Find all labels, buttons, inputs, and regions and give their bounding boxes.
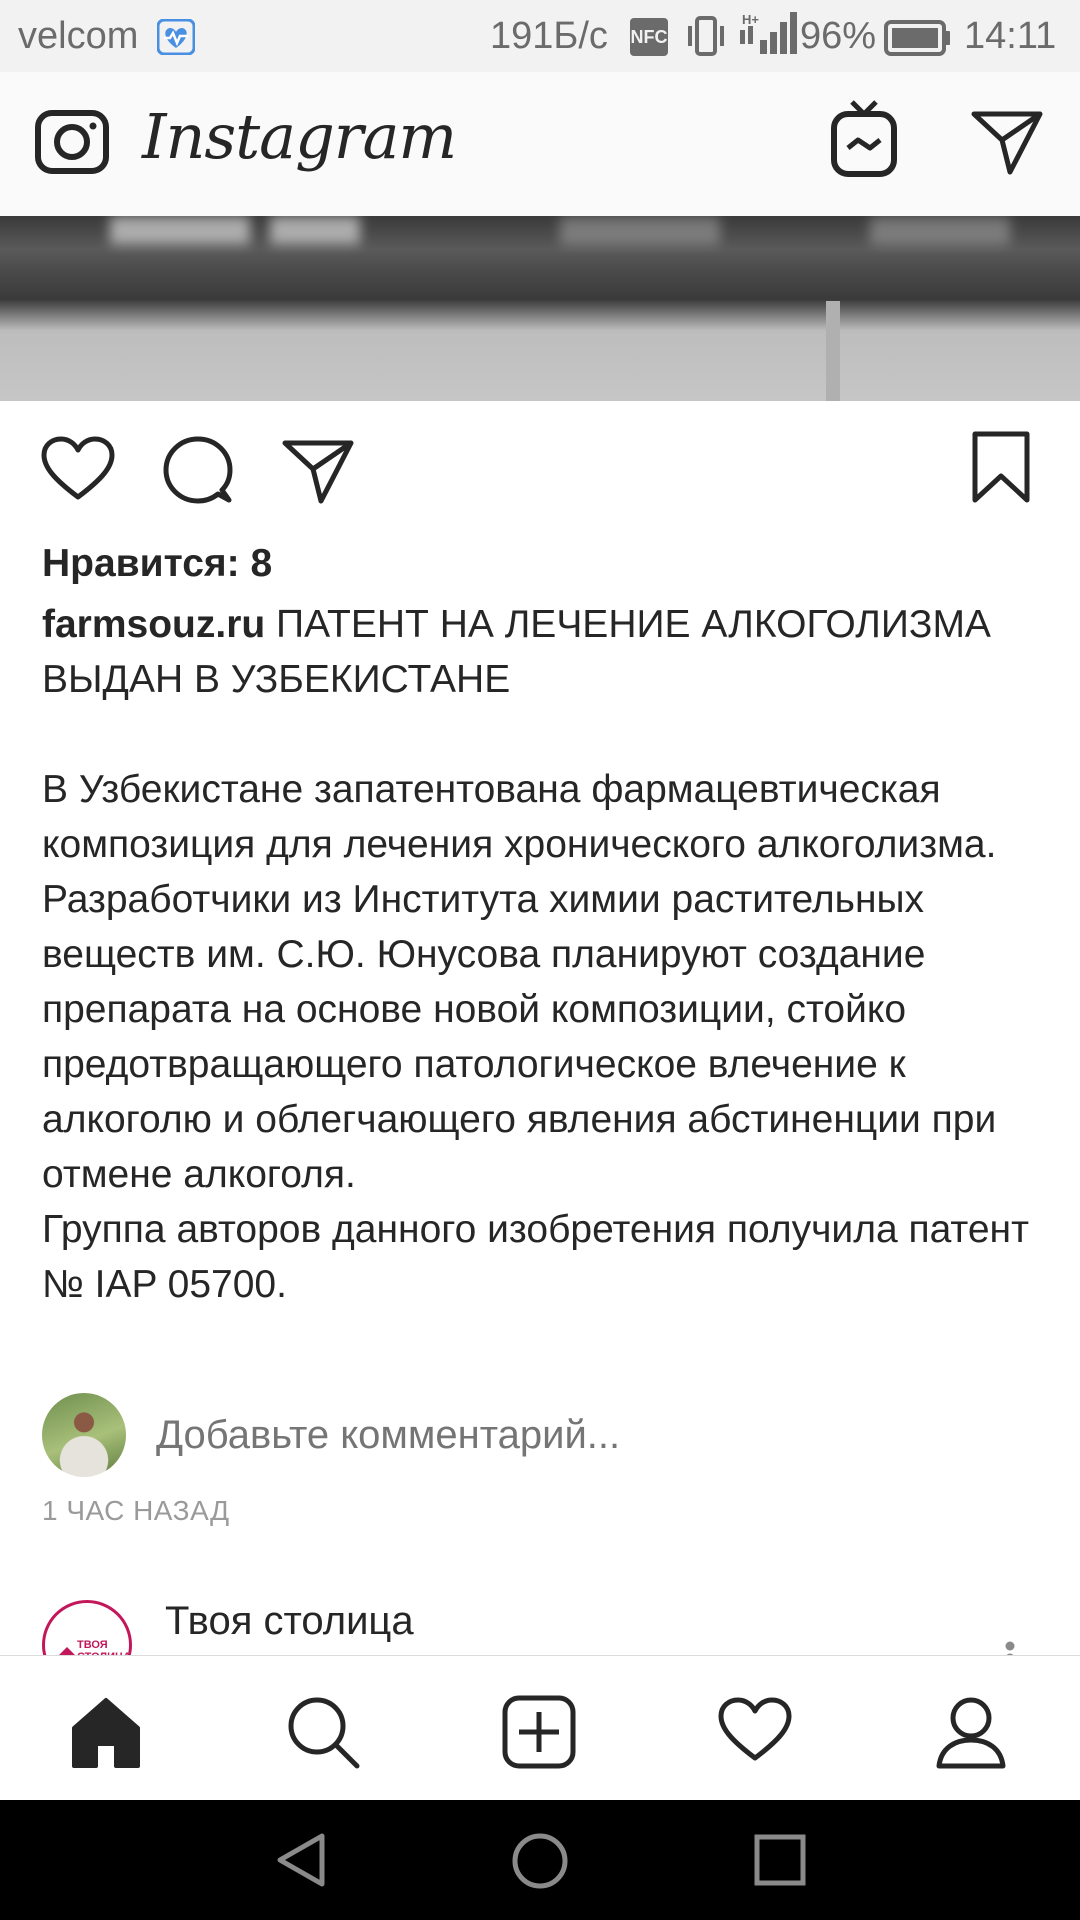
network-speed: 191Б/с [490,15,608,57]
new-post-icon[interactable] [501,1694,581,1774]
camera-icon[interactable] [34,105,110,180]
clock: 14:11 [964,15,1057,57]
share-icon[interactable] [281,437,355,510]
more-options-icon[interactable] [1000,1620,1020,1663]
like-icon[interactable] [40,435,116,508]
app-header: Instagram [0,72,1080,217]
vibrate-icon [686,14,726,63]
caption-body: В Узбекистане запатентована фармацевтиче… [42,768,1029,1306]
back-icon[interactable] [274,1832,326,1893]
system-nav-bar [0,1800,1080,1920]
caption-username[interactable]: farmsouz.ru [42,603,265,646]
activity-icon[interactable] [717,1694,797,1774]
carrier-name: velcom [18,15,139,57]
direct-message-icon[interactable] [970,108,1044,181]
next-post-username[interactable]: Твоя столица [165,1599,414,1644]
health-icon [156,18,196,60]
post-timestamp: 1 ЧАС НАЗАД [42,1495,230,1526]
post-image[interactable] [0,216,1080,401]
instagram-logo: Instagram [142,100,457,173]
home-icon[interactable] [68,1694,148,1774]
likes-count[interactable]: Нравится: 8 [42,536,272,592]
recents-icon[interactable] [754,1834,806,1891]
nfc-icon: NFC [630,18,668,56]
post-caption: farmsouz.ru ПАТЕНТ НА ЛЕЧЕНИЕ АЛКОГОЛИЗМ… [42,597,1042,707]
status-bar: velcom 191Б/с NFC H+ 96% 14:11 [0,0,1080,72]
user-avatar [42,1393,126,1477]
igtv-icon[interactable] [830,98,898,185]
svg-text:H+: H+ [742,12,759,27]
battery-percent: 96% [800,15,877,57]
comment-icon[interactable] [162,434,234,511]
home-circle-icon[interactable] [511,1832,569,1895]
bookmark-icon[interactable] [970,430,1032,509]
battery-icon [884,20,952,61]
search-icon[interactable] [285,1694,365,1774]
signal-icon: H+ [738,10,798,63]
profile-icon[interactable] [933,1694,1013,1774]
comment-input[interactable] [156,1410,956,1460]
bottom-nav [0,1655,1080,1801]
